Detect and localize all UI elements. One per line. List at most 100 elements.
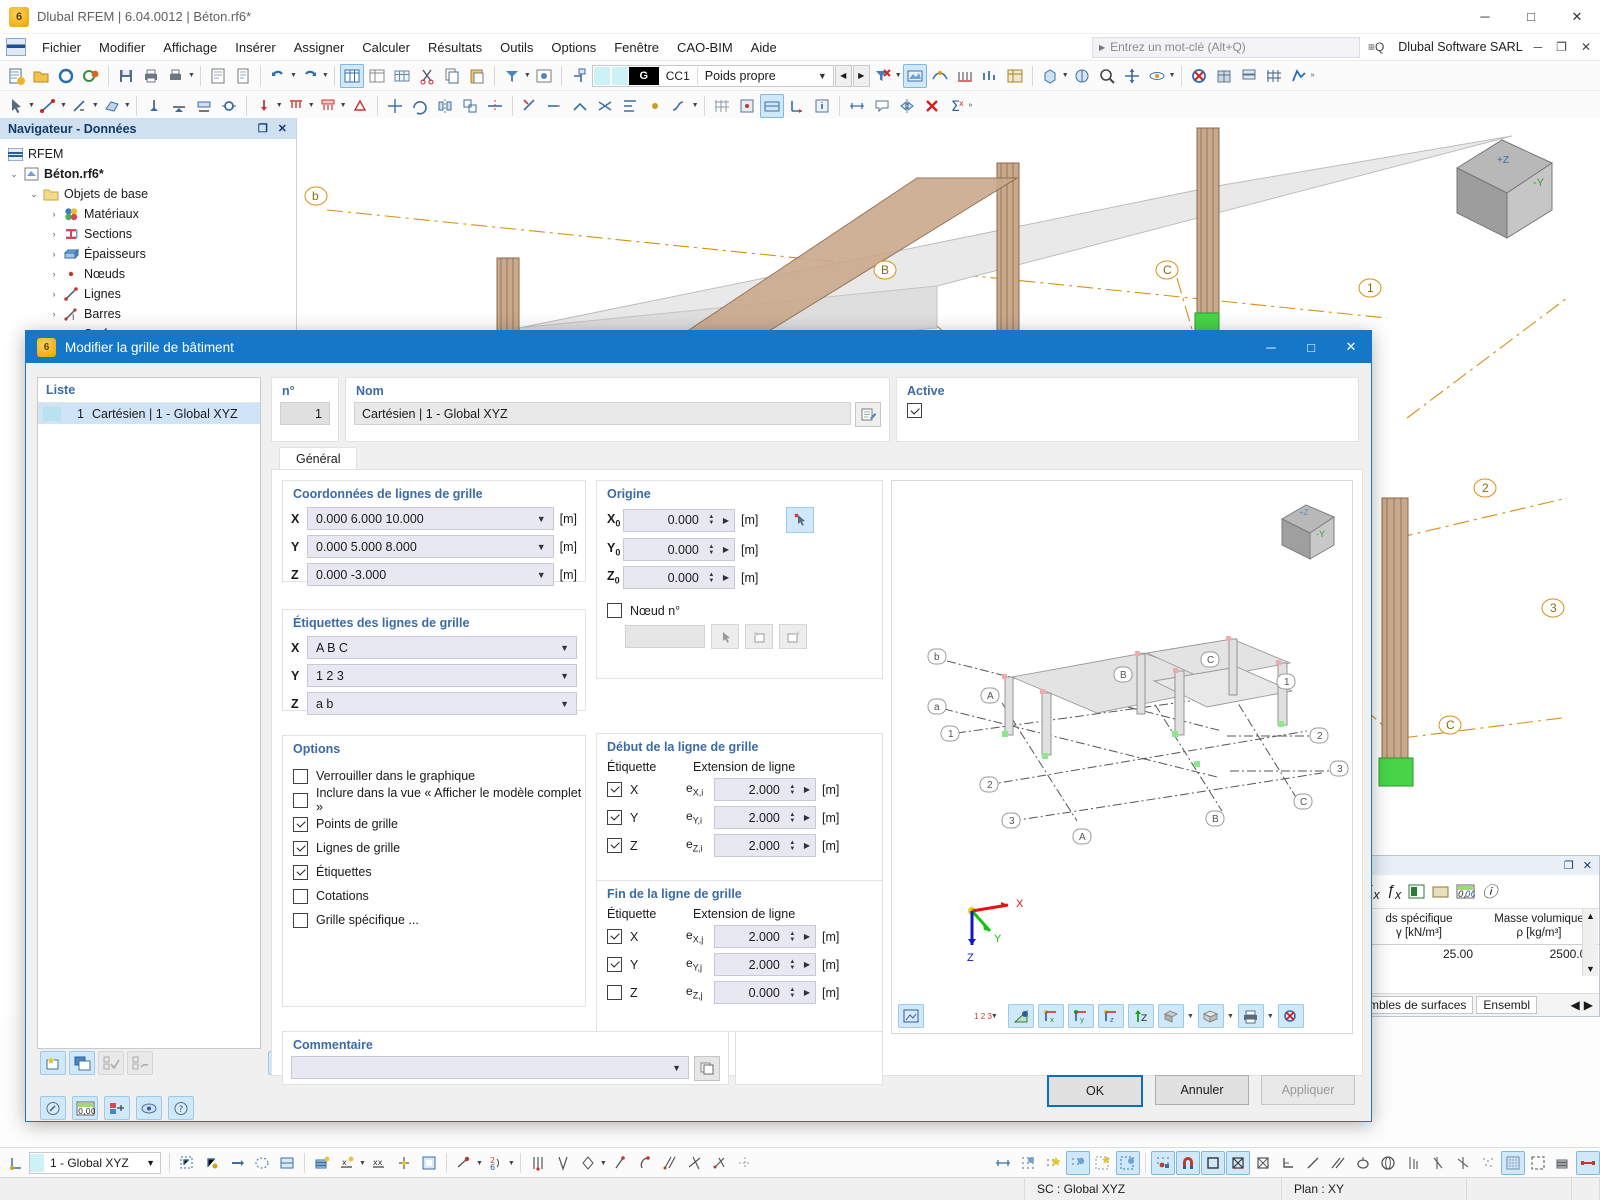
chevron-right-icon[interactable]: › bbox=[46, 249, 62, 259]
render-style-icon[interactable] bbox=[1070, 64, 1094, 88]
spinner-icon[interactable]: ▲ ▼ bbox=[786, 959, 799, 971]
cancel-button[interactable]: Annuler bbox=[1155, 1075, 1249, 1105]
ortho-mode-icon[interactable] bbox=[1201, 1151, 1225, 1175]
coordinate-system-combo[interactable]: 1 - Global XYZ ▼ bbox=[29, 1152, 161, 1174]
line-caret[interactable]: ▼ bbox=[60, 102, 67, 109]
undo-dropdown-caret[interactable]: ▼ bbox=[290, 72, 297, 79]
apply-arrow-icon[interactable]: ▶ bbox=[799, 988, 815, 997]
intersect-icon[interactable] bbox=[593, 94, 617, 118]
print-icon[interactable] bbox=[139, 64, 163, 88]
menu-item-options[interactable]: Options bbox=[542, 37, 605, 58]
tree-item-rfem[interactable]: RFEM bbox=[0, 144, 296, 164]
chevron-down-icon[interactable]: ⌄ bbox=[26, 189, 42, 200]
shading-icon[interactable] bbox=[1158, 1004, 1184, 1028]
box-snap-icon[interactable] bbox=[1251, 1151, 1275, 1175]
snap-parallel2-icon[interactable] bbox=[658, 1151, 682, 1175]
tree-item-lignes[interactable]: › Lignes bbox=[0, 284, 296, 304]
window-minimize-button[interactable]: ─ bbox=[1462, 0, 1508, 33]
table-row[interactable]: 25.00 2500.00 bbox=[1359, 945, 1599, 963]
info-icon[interactable] bbox=[40, 1096, 66, 1120]
wp-xx-icon[interactable]: xx bbox=[367, 1151, 391, 1175]
chevron-right-icon[interactable]: › bbox=[46, 229, 62, 239]
apply-arrow-icon[interactable]: ▶ bbox=[799, 841, 815, 850]
label-z-input[interactable]: a b ▼ bbox=[307, 692, 577, 715]
grid-start-z-input[interactable]: 2.000 ▲ ▼ ▶ bbox=[714, 834, 816, 857]
option-checkbox[interactable] bbox=[293, 816, 308, 832]
properties-close-icon[interactable]: ✕ bbox=[1583, 859, 1592, 872]
help-icon[interactable]: ? bbox=[168, 1096, 194, 1120]
member-caret[interactable]: ▼ bbox=[92, 102, 99, 109]
menu-item-inserer[interactable]: Insérer bbox=[226, 37, 284, 58]
toolbar2-more-caret[interactable]: » bbox=[969, 102, 973, 109]
refresh-icon[interactable] bbox=[54, 64, 78, 88]
scroll-up-icon[interactable]: ▲ bbox=[1586, 911, 1595, 921]
snap-center-icon[interactable] bbox=[733, 1151, 757, 1175]
divide-icon[interactable] bbox=[483, 94, 507, 118]
print-icon[interactable] bbox=[1237, 1004, 1264, 1028]
wp-layers-icon[interactable] bbox=[310, 1151, 334, 1175]
menu-item-assigner[interactable]: Assigner bbox=[285, 37, 354, 58]
support-surface-icon[interactable] bbox=[192, 94, 216, 118]
ok-button[interactable]: OK bbox=[1047, 1075, 1143, 1107]
apply-arrow-icon[interactable]: ▶ bbox=[718, 545, 734, 554]
support-reactions-icon[interactable] bbox=[953, 64, 977, 88]
menu-item-affichage[interactable]: Affichage bbox=[154, 37, 226, 58]
snap-fraction-icon[interactable]: 26 bbox=[484, 1151, 508, 1175]
chevron-right-icon[interactable]: › bbox=[46, 269, 62, 279]
view-3d-icon[interactable] bbox=[1038, 64, 1062, 88]
undo-icon[interactable] bbox=[266, 64, 290, 88]
menu-item-calculer[interactable]: Calculer bbox=[353, 37, 419, 58]
surface-load-caret[interactable]: ▼ bbox=[340, 102, 347, 109]
menu-item-fenetre[interactable]: Fenêtre bbox=[605, 37, 668, 58]
print-caret[interactable]: ▼ bbox=[1267, 1013, 1274, 1020]
dialog-maximize-button[interactable]: □ bbox=[1291, 331, 1331, 363]
tab-sets[interactable]: Ensembl bbox=[1476, 996, 1538, 1014]
option-checkbox[interactable] bbox=[293, 888, 308, 904]
apply-arrow-icon[interactable]: ▶ bbox=[799, 960, 815, 969]
tree-item-materiaux[interactable]: › Matériaux bbox=[0, 204, 296, 224]
ucs-rotate-icon[interactable] bbox=[250, 1151, 274, 1175]
grid-preview-panel[interactable]: -Y +Z b a 1 2 3 A B C 1 2 3 A B C X Y Z … bbox=[891, 480, 1353, 1034]
chevron-right-icon[interactable]: › bbox=[46, 309, 62, 319]
deformation-icon[interactable] bbox=[928, 64, 952, 88]
snap-point-icon[interactable] bbox=[452, 1151, 476, 1175]
ucs-origin-icon[interactable] bbox=[4, 1151, 28, 1175]
support-line-icon[interactable] bbox=[167, 94, 191, 118]
reset-icon[interactable] bbox=[1277, 1004, 1304, 1028]
grid-select-icon[interactable] bbox=[1116, 1151, 1140, 1175]
apply-arrow-icon[interactable]: ▶ bbox=[799, 932, 815, 941]
mirror-icon[interactable] bbox=[433, 94, 457, 118]
grid-table-icon[interactable] bbox=[390, 64, 414, 88]
parallel-snap-icon[interactable] bbox=[1326, 1151, 1350, 1175]
circle-snap-icon[interactable] bbox=[1351, 1151, 1375, 1175]
filter-dropdown-caret[interactable]: ▼ bbox=[524, 72, 531, 79]
surface-load-icon[interactable] bbox=[316, 94, 340, 118]
scroll-down-icon[interactable]: ▼ bbox=[1586, 964, 1595, 974]
edit-node-icon[interactable] bbox=[779, 624, 807, 649]
label-y-input[interactable]: 1 2 3 ▼ bbox=[307, 664, 577, 687]
spinner-icon[interactable]: ▲ ▼ bbox=[786, 840, 799, 852]
snap-perpendicular-icon[interactable] bbox=[683, 1151, 707, 1175]
clear-filter-caret[interactable]: ▼ bbox=[895, 72, 902, 79]
dimension-icon[interactable] bbox=[845, 94, 869, 118]
ucs-icon[interactable] bbox=[785, 94, 809, 118]
ellipse-snap-icon[interactable] bbox=[1376, 1151, 1400, 1175]
redo-dropdown-caret[interactable]: ▼ bbox=[322, 72, 329, 79]
select-caret[interactable]: ▼ bbox=[28, 102, 35, 109]
snap-fraction-caret[interactable]: ▼ bbox=[508, 1160, 515, 1167]
view-icon[interactable] bbox=[136, 1096, 162, 1120]
box-icon[interactable] bbox=[1197, 1004, 1224, 1028]
rotate-icon[interactable] bbox=[1145, 64, 1169, 88]
magnet-snap-icon[interactable] bbox=[1176, 1151, 1200, 1175]
symmetry-icon[interactable] bbox=[895, 94, 919, 118]
grid-start-y-checkbox[interactable] bbox=[607, 810, 622, 825]
option-dimensions[interactable]: Cotations bbox=[283, 884, 585, 908]
search-icon[interactable]: ≡Q bbox=[1368, 40, 1384, 54]
draw-member-icon[interactable] bbox=[68, 94, 92, 118]
print-dropdown-caret[interactable]: ▼ bbox=[188, 72, 195, 79]
option-checkbox[interactable] bbox=[293, 912, 308, 928]
box-caret[interactable]: ▼ bbox=[1227, 1013, 1234, 1020]
grid-snap-new-icon[interactable] bbox=[1091, 1151, 1115, 1175]
storey-icon[interactable] bbox=[1237, 64, 1261, 88]
select-node-icon[interactable] bbox=[711, 624, 739, 649]
